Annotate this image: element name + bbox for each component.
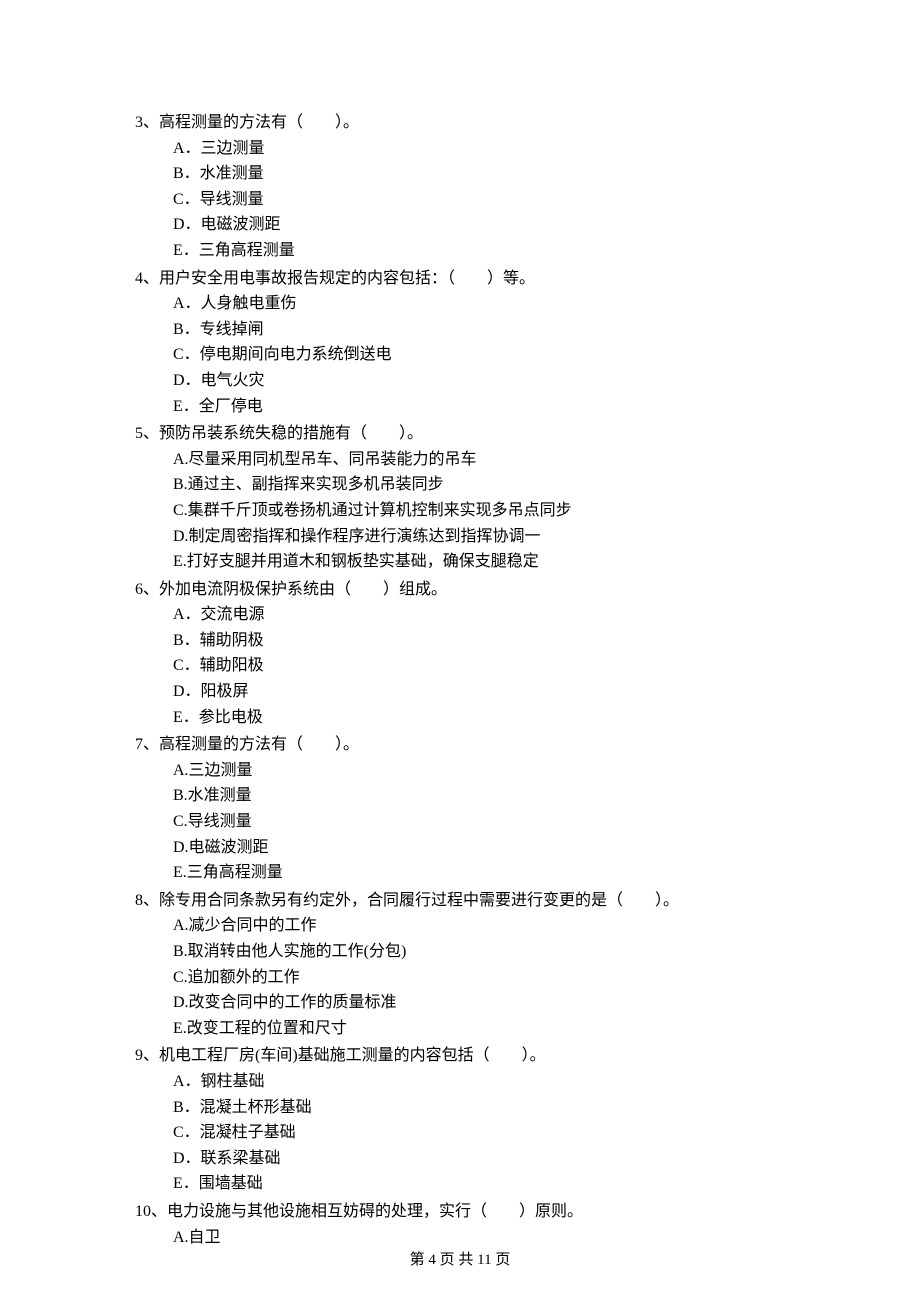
question-option: B．水准测量 — [135, 161, 790, 187]
question: 8、除专用合同条款另有约定外，合同履行过程中需要进行变更的是（ ）。A.减少合同… — [135, 888, 790, 1042]
question-option: B.水准测量 — [135, 783, 790, 809]
question-option: D.电磁波测距 — [135, 835, 790, 861]
question-option: E．围墙基础 — [135, 1171, 790, 1197]
question: 10、电力设施与其他设施相互妨碍的处理，实行（ ）原则。A.自卫 — [135, 1199, 790, 1250]
question-option: A.减少合同中的工作 — [135, 913, 790, 939]
question-option: A．钢柱基础 — [135, 1069, 790, 1095]
question-option: A.三边测量 — [135, 758, 790, 784]
question-stem: 5、预防吊装系统失稳的措施有（ ）。 — [135, 421, 790, 447]
question-stem: 10、电力设施与其他设施相互妨碍的处理，实行（ ）原则。 — [135, 1199, 790, 1225]
question-stem: 6、外加电流阴极保护系统由（ ）组成。 — [135, 577, 790, 603]
question-option: D．联系梁基础 — [135, 1146, 790, 1172]
question-option: B.取消转由他人实施的工作(分包) — [135, 939, 790, 965]
question-option: B.通过主、副指挥来实现多机吊装同步 — [135, 472, 790, 498]
question-stem: 7、高程测量的方法有（ ）。 — [135, 732, 790, 758]
question: 5、预防吊装系统失稳的措施有（ ）。A.尽量采用同机型吊车、同吊装能力的吊车B.… — [135, 421, 790, 575]
question-option: E.打好支腿并用道木和钢板垫实基础，确保支腿稳定 — [135, 549, 790, 575]
question-option: E．全厂停电 — [135, 394, 790, 420]
exam-page: 3、高程测量的方法有（ ）。A．三边测量B．水准测量C．导线测量D．电磁波测距E… — [0, 0, 920, 1302]
question-option: C.集群千斤顶或卷扬机通过计算机控制来实现多吊点同步 — [135, 498, 790, 524]
question-option: D．电气火灾 — [135, 368, 790, 394]
question-option: B．专线掉闸 — [135, 317, 790, 343]
question-option: D.改变合同中的工作的质量标准 — [135, 990, 790, 1016]
question-option: C．停电期间向电力系统倒送电 — [135, 342, 790, 368]
question: 9、机电工程厂房(车间)基础施工测量的内容包括（ ）。A．钢柱基础B．混凝土杯形… — [135, 1043, 790, 1197]
question-option: C.追加额外的工作 — [135, 965, 790, 991]
question: 4、用户安全用电事故报告规定的内容包括：（ ）等。A．人身触电重伤B．专线掉闸C… — [135, 266, 790, 420]
question-stem: 9、机电工程厂房(车间)基础施工测量的内容包括（ ）。 — [135, 1043, 790, 1069]
question-option: D．阳极屏 — [135, 679, 790, 705]
question-stem: 4、用户安全用电事故报告规定的内容包括：（ ）等。 — [135, 266, 790, 292]
question-option: E.三角高程测量 — [135, 860, 790, 886]
question-option: C．辅助阳极 — [135, 653, 790, 679]
question-option: E.改变工程的位置和尺寸 — [135, 1016, 790, 1042]
question-option: B．混凝土杯形基础 — [135, 1095, 790, 1121]
question-option: C．混凝柱子基础 — [135, 1120, 790, 1146]
question-option: C.导线测量 — [135, 809, 790, 835]
question-option: C．导线测量 — [135, 187, 790, 213]
question: 3、高程测量的方法有（ ）。A．三边测量B．水准测量C．导线测量D．电磁波测距E… — [135, 110, 790, 264]
question-option: A．交流电源 — [135, 602, 790, 628]
question-option: A．三边测量 — [135, 136, 790, 162]
question-option: D．电磁波测距 — [135, 212, 790, 238]
question-option: E．三角高程测量 — [135, 238, 790, 264]
question-option: E．参比电极 — [135, 705, 790, 731]
question-option: B．辅助阴极 — [135, 628, 790, 654]
question-option: A.自卫 — [135, 1225, 790, 1251]
page-footer: 第 4 页 共 11 页 — [0, 1248, 920, 1272]
question: 6、外加电流阴极保护系统由（ ）组成。A．交流电源B．辅助阴极C．辅助阳极D．阳… — [135, 577, 790, 731]
question-option: A．人身触电重伤 — [135, 291, 790, 317]
question-option: A.尽量采用同机型吊车、同吊装能力的吊车 — [135, 447, 790, 473]
question-option: D.制定周密指挥和操作程序进行演练达到指挥协调一 — [135, 524, 790, 550]
question-stem: 3、高程测量的方法有（ ）。 — [135, 110, 790, 136]
question-stem: 8、除专用合同条款另有约定外，合同履行过程中需要进行变更的是（ ）。 — [135, 888, 790, 914]
question: 7、高程测量的方法有（ ）。A.三边测量B.水准测量C.导线测量D.电磁波测距E… — [135, 732, 790, 886]
questions-container: 3、高程测量的方法有（ ）。A．三边测量B．水准测量C．导线测量D．电磁波测距E… — [135, 110, 790, 1250]
